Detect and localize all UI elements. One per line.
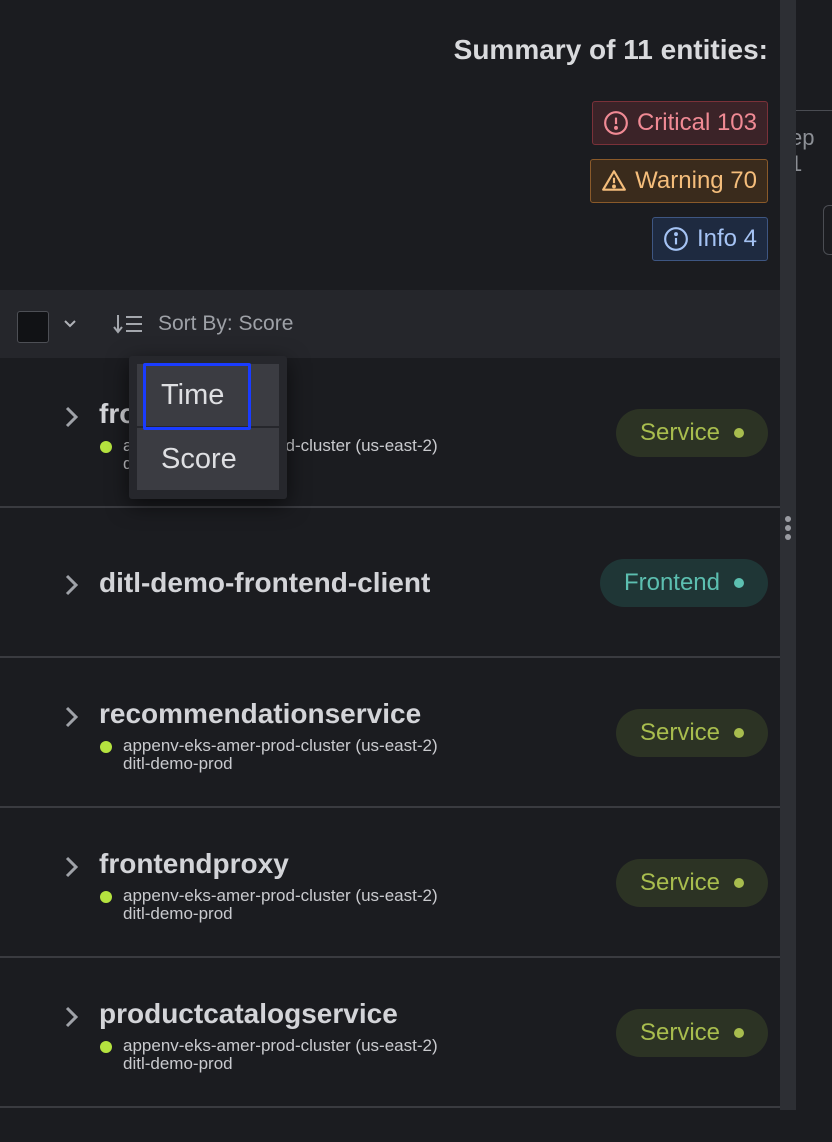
entity-type-label: Service xyxy=(639,1019,720,1046)
edge-partial-control[interactable] xyxy=(823,205,832,255)
critical-label: Critical 103 xyxy=(636,109,757,136)
entity-type-label: Service xyxy=(639,419,720,446)
type-dot xyxy=(734,1028,744,1038)
entity-type-label: Service xyxy=(639,869,720,896)
critical-badge[interactable]: Critical 103 xyxy=(591,101,768,145)
edge-partial-text: ep 1 xyxy=(790,125,815,176)
sort-by-button[interactable]: Sort By: Score xyxy=(158,312,293,336)
entity-type-badge: Service xyxy=(615,859,768,907)
entity-type-label: Frontend xyxy=(623,569,720,596)
summary-title: Summary of 11 entities: xyxy=(453,34,768,65)
status-dot xyxy=(100,741,112,753)
select-all-checkbox[interactable] xyxy=(17,311,49,343)
entity-row[interactable]: productcatalogservice appenv-eks-amer-pr… xyxy=(0,958,780,1108)
type-dot xyxy=(734,428,744,438)
entity-name[interactable]: frontendproxy xyxy=(99,848,289,880)
type-dot xyxy=(734,578,744,588)
warning-triangle-icon xyxy=(602,170,627,191)
more-options-icon[interactable] xyxy=(784,516,792,540)
focus-highlight xyxy=(143,363,251,430)
entity-row[interactable]: ditl-demo-frontend-client Frontend xyxy=(0,508,780,658)
entity-name[interactable]: productcatalogservice xyxy=(99,998,398,1030)
entity-type-badge: Service xyxy=(615,409,768,457)
type-dot xyxy=(734,728,744,738)
entity-cluster: appenv-eks-amer-prod-cluster (us-east-2) xyxy=(123,736,438,755)
chevron-right-icon[interactable] xyxy=(62,405,82,429)
type-dot xyxy=(734,878,744,888)
entity-row[interactable]: recommendationservice appenv-eks-amer-pr… xyxy=(0,658,780,808)
entity-type-badge: Frontend xyxy=(599,559,768,607)
entity-type-badge: Service xyxy=(615,1009,768,1057)
status-dot xyxy=(100,441,112,453)
scrollbar[interactable] xyxy=(780,0,796,1110)
info-badge[interactable]: Info 4 xyxy=(651,217,768,261)
chevron-right-icon[interactable] xyxy=(62,573,82,597)
entity-namespace: ditl-demo-prod xyxy=(123,904,233,923)
entity-row[interactable]: frontendproxy appenv-eks-amer-prod-clust… xyxy=(0,808,780,958)
entity-cluster: appenv-eks-amer-prod-cluster (us-east-2) xyxy=(123,886,438,905)
info-circle-icon xyxy=(664,227,688,251)
sort-option-score[interactable]: Score xyxy=(137,428,279,490)
sort-icon[interactable] xyxy=(113,312,143,336)
chevron-right-icon[interactable] xyxy=(62,705,82,729)
list-toolbar: Sort By: Score xyxy=(0,290,780,358)
entity-type-badge: Service xyxy=(615,709,768,757)
status-dot xyxy=(100,891,112,903)
entity-namespace: ditl-demo-prod xyxy=(123,1054,233,1073)
entity-name[interactable]: recommendationservice xyxy=(99,698,421,730)
alert-circle-icon xyxy=(604,111,628,135)
status-dot xyxy=(100,1041,112,1053)
entity-cluster: appenv-eks-amer-prod-cluster (us-east-2) xyxy=(123,1036,438,1055)
entity-type-label: Service xyxy=(639,719,720,746)
info-label: Info 4 xyxy=(696,225,757,252)
warning-label: Warning 70 xyxy=(635,167,757,194)
warning-badge[interactable]: Warning 70 xyxy=(590,159,768,203)
chevron-right-icon[interactable] xyxy=(62,855,82,879)
entity-namespace: ditl-demo-prod xyxy=(123,754,233,773)
chevron-down-icon[interactable] xyxy=(62,316,78,332)
entity-name[interactable]: ditl-demo-frontend-client xyxy=(99,567,430,599)
edge-divider xyxy=(796,110,832,111)
entity-row[interactable]: frontend appenv-eks-amer-prod-cluster (u… xyxy=(0,358,780,508)
chevron-right-icon[interactable] xyxy=(62,1005,82,1029)
